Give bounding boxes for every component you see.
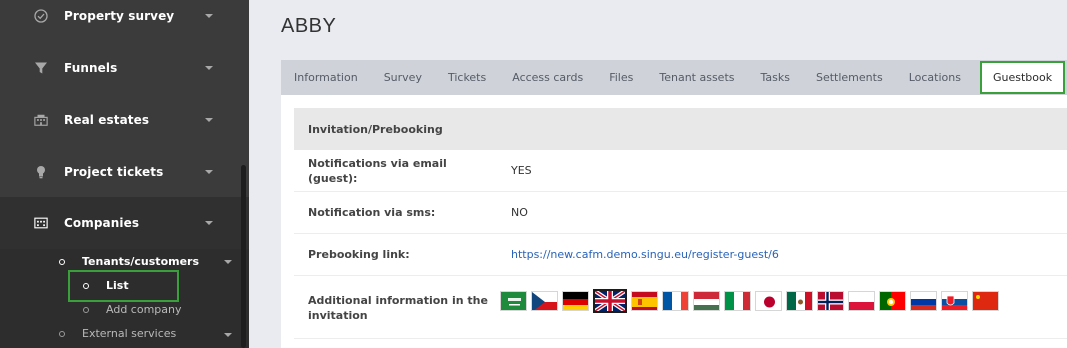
sidebar: Property survey Funnels Real estates Pro… <box>0 0 249 348</box>
tab-access-cards[interactable]: Access cards <box>499 60 596 95</box>
setting-value: YES <box>511 164 532 177</box>
building-icon <box>34 113 48 127</box>
flag-italy-icon[interactable] <box>724 291 751 311</box>
sidebar-item-real-estates[interactable]: Real estates <box>0 94 249 146</box>
sidebar-item-project-tickets[interactable]: Project tickets <box>0 146 249 198</box>
page-title: ABBY <box>281 15 337 37</box>
tab-survey[interactable]: Survey <box>371 60 435 95</box>
list-highlight-box <box>68 270 179 302</box>
flag-portugal-icon[interactable] <box>879 291 906 311</box>
sidebar-item-label: Real estates <box>64 113 150 127</box>
setting-label: Prebooking link: <box>308 248 410 261</box>
tab-locations[interactable]: Locations <box>896 60 974 95</box>
setting-row-sms: Notification via sms: NO <box>294 192 1067 234</box>
flag-united-kingdom-icon[interactable] <box>593 289 627 313</box>
subitem-label: Tenants/customers <box>82 255 200 268</box>
section-header: Invitation/Prebooking <box>294 108 1067 150</box>
bullet-icon <box>59 258 65 265</box>
setting-row-email: Notifications via email (guest): YES <box>294 150 1067 192</box>
flag-hungary-icon[interactable] <box>693 291 720 311</box>
flag-poland-icon[interactable] <box>848 291 875 311</box>
chevron-down-icon <box>205 118 213 122</box>
sidebar-subitem-add-company[interactable]: Add company <box>83 303 182 316</box>
subitem-label: Add company <box>106 303 182 316</box>
language-flags <box>500 289 999 313</box>
tab-information[interactable]: Information <box>281 60 371 95</box>
sidebar-subitem-external-services[interactable]: External services <box>59 327 176 340</box>
subitem-label: External services <box>82 327 177 340</box>
sidebar-item-label: Property survey <box>64 9 175 23</box>
flag-japan-icon[interactable] <box>755 291 782 311</box>
flag-russia-icon[interactable] <box>910 291 937 311</box>
flag-mexico-icon[interactable] <box>786 291 813 311</box>
chevron-down-icon <box>224 333 232 337</box>
sidebar-scrollbar[interactable] <box>241 165 246 348</box>
flag-germany-icon[interactable] <box>562 291 589 311</box>
sidebar-item-property-survey[interactable]: Property survey <box>0 0 249 42</box>
tab-files[interactable]: Files <box>596 60 646 95</box>
flag-norway-icon[interactable] <box>817 291 844 311</box>
sidebar-item-label: Project tickets <box>64 165 164 179</box>
sidebar-item-label: Companies <box>64 216 140 230</box>
bullet-icon <box>83 306 89 313</box>
tab-settlements[interactable]: Settlements <box>803 60 896 95</box>
setting-label: Notification via sms: <box>308 206 436 219</box>
tab-guestbook[interactable]: Guestbook <box>979 61 1066 94</box>
sidebar-item-label: Funnels <box>64 61 118 75</box>
sidebar-subitem-tenants-customers[interactable]: Tenants/customers <box>59 255 199 268</box>
chevron-down-icon <box>205 14 213 18</box>
flag-saudi-arabia-icon[interactable] <box>500 291 527 311</box>
tab-tasks[interactable]: Tasks <box>748 60 803 95</box>
guestbook-panel: Invitation/Prebooking Notifications via … <box>281 95 1067 348</box>
flag-china-icon[interactable] <box>972 291 999 311</box>
flag-france-icon[interactable] <box>662 291 689 311</box>
flag-czech-icon[interactable] <box>531 291 558 311</box>
chevron-down-icon <box>205 170 213 174</box>
setting-row-prebooking-link: Prebooking link: https://new.cafm.demo.s… <box>294 234 1067 276</box>
check-circle-icon <box>34 9 48 23</box>
chevron-down-icon <box>205 66 213 70</box>
chevron-down-icon <box>224 260 232 264</box>
prebooking-link[interactable]: https://new.cafm.demo.singu.eu/register-… <box>511 248 779 261</box>
sidebar-item-funnels[interactable]: Funnels <box>0 42 249 94</box>
setting-value: NO <box>511 206 528 219</box>
flag-spain-icon[interactable] <box>631 291 658 311</box>
companies-icon <box>34 216 48 230</box>
lightbulb-icon <box>34 165 48 179</box>
flag-slovakia-icon[interactable] <box>941 291 968 311</box>
tab-tickets[interactable]: Tickets <box>435 60 499 95</box>
chevron-down-icon <box>205 221 213 225</box>
sidebar-item-companies[interactable]: Companies <box>0 197 249 249</box>
funnel-icon <box>34 61 48 75</box>
setting-label: Additional information in the invitation <box>308 294 488 322</box>
tab-tenant-assets[interactable]: Tenant assets <box>646 60 747 95</box>
bullet-icon <box>59 330 65 337</box>
tab-bar: Information Survey Tickets Access cards … <box>281 60 1067 95</box>
setting-label: Notifications via email (guest): <box>308 156 447 185</box>
